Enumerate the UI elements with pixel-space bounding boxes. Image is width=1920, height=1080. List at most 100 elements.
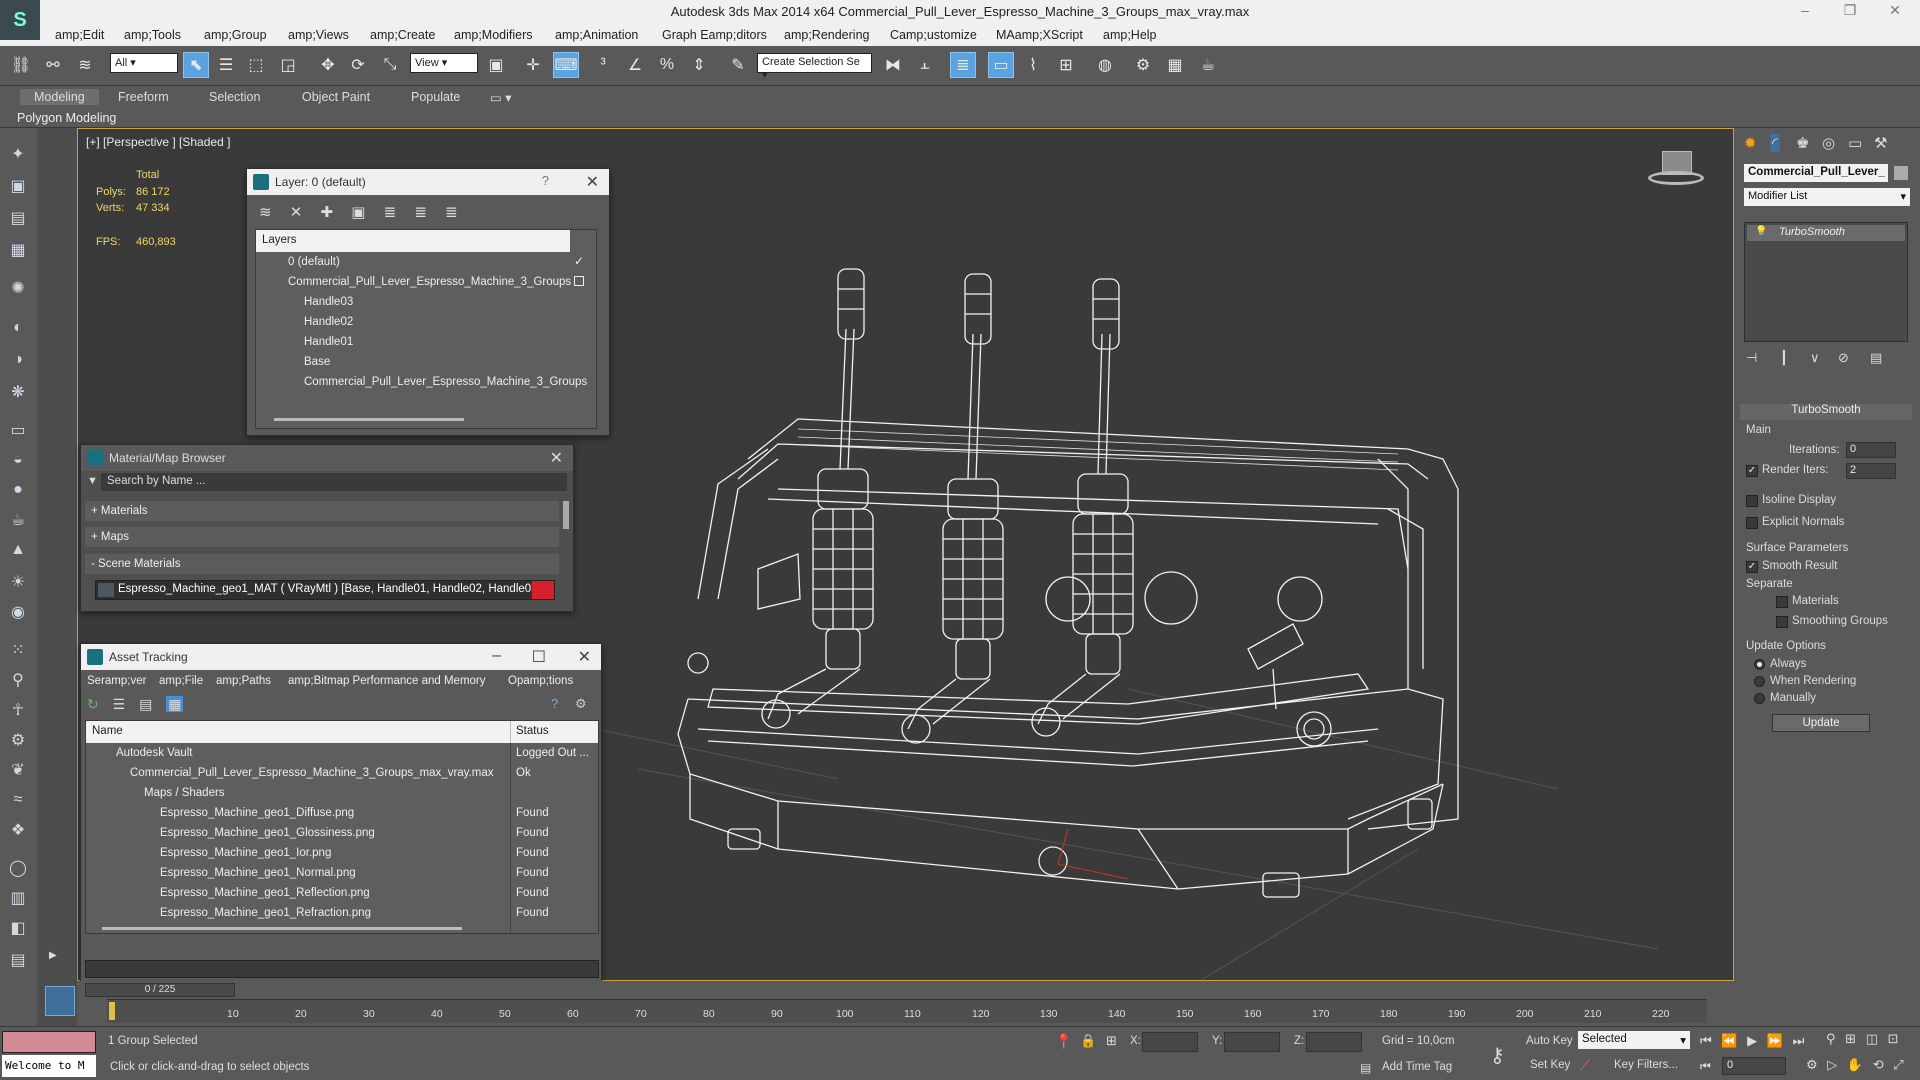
curve-editor-icon[interactable]: ⌇: [1020, 52, 1046, 78]
help-icon[interactable]: ?: [542, 173, 549, 188]
menu-file[interactable]: amp;File: [159, 675, 203, 687]
menu-paths[interactable]: amp;Paths: [216, 675, 271, 687]
absolute-mode-icon[interactable]: ⊞: [1106, 1033, 1117, 1049]
percent-snap-icon[interactable]: %: [654, 52, 680, 78]
status-column-header[interactable]: Status: [516, 725, 549, 737]
menu-help[interactable]: amp;Help: [1103, 28, 1157, 42]
sun-icon[interactable]: ☀: [6, 570, 30, 594]
render-setup-icon[interactable]: ⚙: [1130, 52, 1156, 78]
layer-row[interactable]: Commercial_Pull_Lever_Espresso_Machine_3…: [256, 372, 596, 392]
pin-stack-icon[interactable]: ⊣: [1746, 350, 1757, 366]
menu-graph-editors[interactable]: Graph Eamp;ditors: [662, 28, 767, 42]
key-set-dropdown[interactable]: Selected ▾: [1578, 1031, 1690, 1049]
minimize-button[interactable]: –: [1790, 2, 1820, 18]
rectangular-selection-icon[interactable]: ⬚: [243, 52, 269, 78]
motion-tab-icon[interactable]: ◎: [1822, 134, 1835, 152]
angle-snap-icon[interactable]: ∠: [622, 52, 648, 78]
dots-icon[interactable]: ⁙: [6, 638, 30, 662]
unlink-icon[interactable]: ⚯: [40, 52, 66, 78]
z-coordinate-field[interactable]: [1306, 1032, 1362, 1052]
table-row[interactable]: Espresso_Machine_geo1_Glossiness.png Foun…: [86, 823, 598, 843]
key-mode-icon[interactable]: ⚷: [1490, 1043, 1505, 1068]
tab-freeform[interactable]: Freeform: [118, 90, 169, 104]
key-filters-button[interactable]: Key Filters...: [1614, 1059, 1678, 1071]
layer-row[interactable]: 0 (default): [256, 252, 596, 272]
show-end-result-icon[interactable]: ┃: [1780, 350, 1788, 366]
x-coordinate-field[interactable]: [1142, 1032, 1198, 1052]
maxscript-listener-input[interactable]: Welcome to M: [2, 1055, 96, 1077]
scale-icon[interactable]: ⤡: [377, 52, 403, 78]
maximize-viewport-icon[interactable]: ⤢: [1893, 1057, 1903, 1072]
material-editor-icon[interactable]: ◍: [1092, 52, 1118, 78]
minimize-icon[interactable]: –: [492, 647, 501, 665]
hierarchy-tab-icon[interactable]: ♚: [1796, 134, 1809, 152]
ribbon-options-icon[interactable]: ▭ ▾: [490, 90, 512, 105]
tab-selection[interactable]: Selection: [209, 90, 260, 104]
expand-arrow-icon[interactable]: ▶: [49, 950, 57, 961]
field-of-view-icon[interactable]: ▷: [1827, 1057, 1837, 1072]
close-icon[interactable]: ✕: [578, 647, 591, 667]
key-mode-toggle-icon[interactable]: ⏮: [1700, 1059, 1711, 1074]
biped-icon[interactable]: ☥: [6, 698, 30, 722]
layer-manager-window[interactable]: Layer: 0 (default) ? ✕ ≋ ✕ ✚ ▣ ≣ ≣ ≣ Lay…: [246, 168, 610, 436]
window-crossing-icon[interactable]: ◲: [275, 52, 301, 78]
material-browser-titlebar[interactable]: Material/Map Browser ✕: [81, 445, 573, 471]
separate-smoothing-groups-checkbox[interactable]: [1776, 616, 1788, 628]
next-frame-icon[interactable]: ⏩: [1767, 1033, 1783, 1048]
close-icon[interactable]: ✕: [550, 448, 563, 468]
go-to-start-icon[interactable]: ⏮: [1700, 1033, 1712, 1048]
particles-icon[interactable]: ❋: [6, 380, 30, 404]
keyboard-shortcut-override-icon[interactable]: ⌨: [553, 52, 579, 78]
table-row[interactable]: Espresso_Machine_geo1_Normal.png Found: [86, 863, 598, 883]
layers-column-header[interactable]: Layers: [256, 230, 570, 252]
align-icon[interactable]: ⫠: [912, 52, 938, 78]
time-slider[interactable]: 0 / 225 10 20 30 40 50 60 70 80 90 100 1…: [77, 981, 1734, 1026]
utilities-tab-icon[interactable]: ⚒: [1874, 134, 1887, 152]
pivot-center-icon[interactable]: ▣: [483, 52, 509, 78]
section-scene-materials[interactable]: - Scene Materials: [85, 554, 559, 574]
update-when-rendering-radio[interactable]: [1754, 676, 1765, 687]
menu-group[interactable]: amp;Group: [204, 28, 267, 42]
turbosmooth-rollout-title[interactable]: TurboSmooth: [1740, 404, 1912, 420]
maxscript-listener-pink[interactable]: [2, 1031, 96, 1053]
layer-row[interactable]: Commercial_Pull_Lever_Espresso_Machine_3…: [256, 272, 596, 292]
zoom-icon[interactable]: ⚲: [1826, 1031, 1836, 1046]
menu-create[interactable]: amp;Create: [370, 28, 435, 42]
tab-modeling[interactable]: Modeling: [20, 89, 99, 105]
set-key-button[interactable]: Set Key: [1530, 1059, 1570, 1071]
track-bar[interactable]: 10 20 30 40 50 60 70 80 90 100 110 120 1…: [107, 999, 1707, 1023]
box-icon[interactable]: ▣: [6, 174, 30, 198]
remove-modifier-icon[interactable]: ⊘: [1838, 350, 1849, 366]
modifier-list-dropdown[interactable]: Modifier List ▾: [1744, 188, 1910, 206]
sphere-icon[interactable]: ●: [6, 478, 30, 502]
frame-counter[interactable]: 0 / 225: [85, 983, 235, 997]
highlight-layer-icon[interactable]: ≣: [384, 204, 397, 221]
table-row[interactable]: Espresso_Machine_geo1_Diffuse.png Found: [86, 803, 598, 823]
configure-sets-icon[interactable]: ▤: [1870, 350, 1882, 366]
maximize-icon[interactable]: ☐: [532, 647, 546, 667]
menu-bitmap-performance[interactable]: amp;Bitmap Performance and Memory: [288, 675, 486, 687]
bone-icon[interactable]: ⚲: [6, 668, 30, 692]
hair-icon[interactable]: ≈: [6, 788, 30, 812]
help-icon[interactable]: ?: [551, 696, 558, 711]
select-in-layer-icon[interactable]: ▣: [351, 204, 365, 221]
separate-materials-checkbox[interactable]: [1776, 596, 1788, 608]
bind-space-warp-icon[interactable]: ≋: [72, 52, 98, 78]
time-slider-handle[interactable]: [109, 1002, 115, 1020]
asset-tracking-titlebar[interactable]: Asset Tracking – ☐ ✕: [81, 644, 601, 670]
schematic-view-icon[interactable]: ⊞: [1053, 52, 1079, 78]
rotate-icon[interactable]: ⟳: [345, 52, 371, 78]
object-name-field[interactable]: Commercial_Pull_Lever_: [1744, 164, 1888, 182]
snap-toggle-icon[interactable]: ³: [590, 52, 616, 78]
app-logo-icon[interactable]: S: [0, 0, 40, 40]
named-selection-sets-dropdown[interactable]: Create Selection Se ▾: [757, 53, 872, 81]
stack-item-turbosmooth[interactable]: TurboSmooth: [1747, 225, 1905, 241]
close-icon[interactable]: ✕: [586, 172, 599, 192]
create-tab-icon[interactable]: ✹: [1744, 134, 1757, 152]
active-layer-check-icon[interactable]: ✓: [574, 254, 584, 268]
time-tag-icon[interactable]: ▤: [1360, 1061, 1371, 1075]
ribbon-subtitle[interactable]: Polygon Modeling: [17, 111, 116, 125]
menu-modifiers[interactable]: amp;Modifiers: [454, 28, 533, 42]
section-maps[interactable]: + Maps: [85, 527, 559, 547]
object-color-swatch[interactable]: [1894, 166, 1908, 180]
